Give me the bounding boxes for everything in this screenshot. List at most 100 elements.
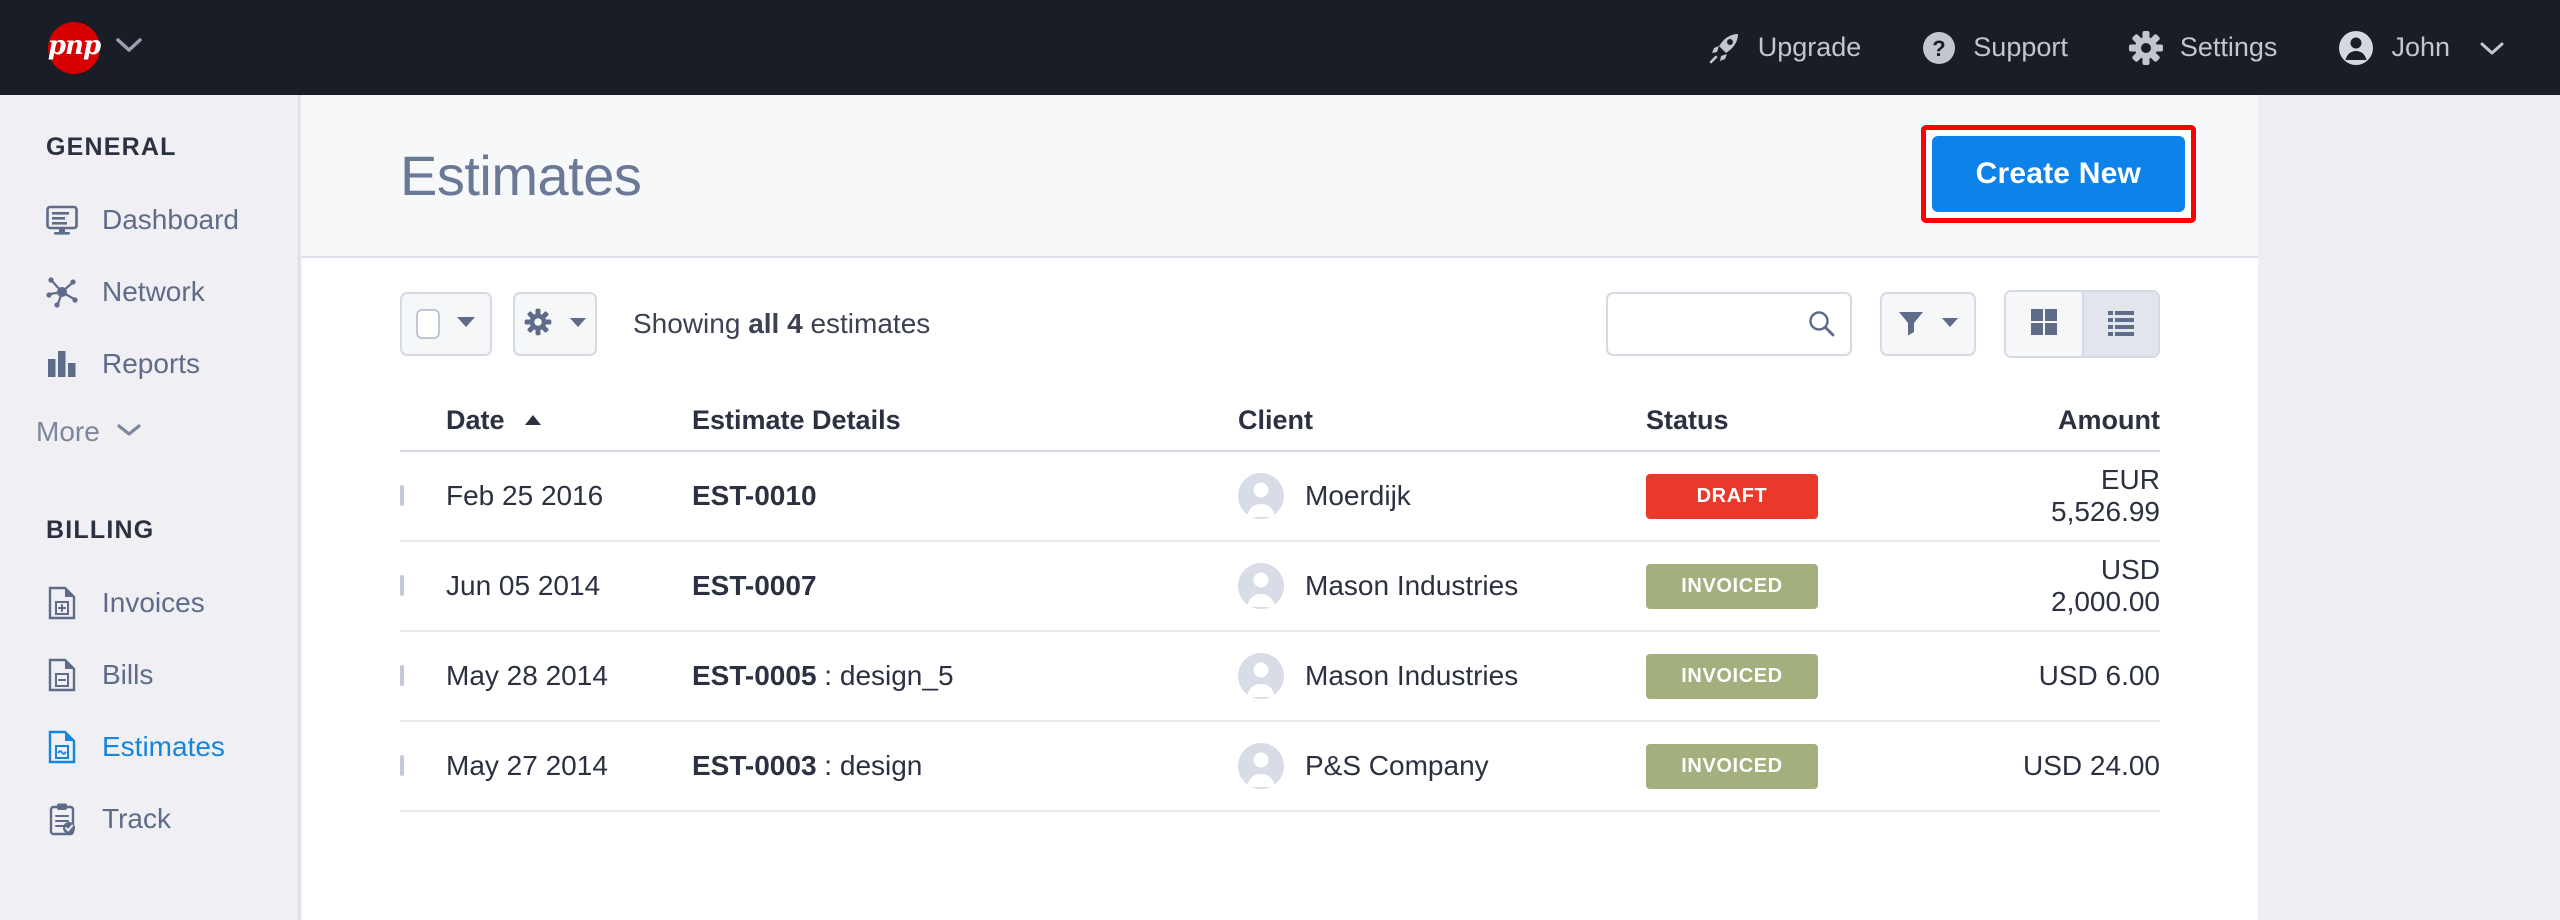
avatar <box>1238 653 1284 699</box>
sidebar-label-estimates: Estimates <box>102 731 225 763</box>
cell-date: Jun 05 2014 <box>446 570 692 602</box>
caret-down-icon <box>456 315 476 333</box>
list-view-button[interactable] <box>2082 292 2158 356</box>
sidebar-item-dashboard[interactable]: Dashboard <box>0 184 298 256</box>
bulk-actions-dropdown[interactable] <box>513 292 597 356</box>
top-navigation-bar: pnp Upgrade <box>0 0 2560 95</box>
cell-amount: EUR 5,526.99 <box>1994 464 2160 528</box>
cell-amount: USD 24.00 <box>1994 750 2160 782</box>
network-nodes-icon <box>44 275 80 309</box>
sidebar-item-network[interactable]: Network <box>0 256 298 328</box>
app-root: pnp Upgrade <box>0 0 2560 920</box>
estimate-suffix: : design <box>817 750 923 781</box>
filter-dropdown[interactable] <box>1880 292 1976 356</box>
cell-status: DRAFT <box>1646 474 1994 519</box>
brand-menu[interactable]: pnp <box>48 22 142 74</box>
table-row[interactable]: Feb 25 2016 EST-0010 Moerdijk DRAFT EUR … <box>400 452 2160 542</box>
sidebar-label-bills: Bills <box>102 659 153 691</box>
document-minus-icon <box>44 658 80 692</box>
nav-item-support[interactable]: ? Support <box>1921 30 2068 66</box>
sidebar-item-reports[interactable]: Reports <box>0 328 298 400</box>
search-icon[interactable] <box>1806 309 1836 344</box>
row-checkbox-cell <box>400 667 446 685</box>
row-checkbox[interactable] <box>400 485 404 506</box>
cell-client: Mason Industries <box>1238 563 1646 609</box>
main-content-card: Estimates Create New <box>302 95 2258 920</box>
nav-item-upgrade[interactable]: Upgrade <box>1708 31 1862 65</box>
monitor-icon <box>44 203 80 237</box>
estimate-id: EST-0010 <box>692 480 817 511</box>
sidebar-item-bills[interactable]: Bills <box>0 639 298 711</box>
document-tilde-icon <box>44 730 80 764</box>
view-mode-toggle <box>2004 290 2160 358</box>
grid-icon <box>2029 307 2059 342</box>
grid-view-button[interactable] <box>2006 292 2082 356</box>
cell-estimate-details: EST-0007 <box>692 570 1238 602</box>
status-badge: INVOICED <box>1646 744 1818 789</box>
client-name: Moerdijk <box>1305 480 1411 512</box>
chevron-down-icon <box>2480 32 2504 63</box>
row-checkbox-cell <box>400 577 446 595</box>
header-status[interactable]: Status <box>1646 405 1994 436</box>
header-client[interactable]: Client <box>1238 405 1646 436</box>
header-estimate-details[interactable]: Estimate Details <box>692 405 1238 436</box>
estimate-id: EST-0003 <box>692 750 817 781</box>
checkbox-icon[interactable] <box>416 309 440 339</box>
estimates-table: Date Estimate Details Client Status Amou… <box>400 390 2160 812</box>
row-checkbox[interactable] <box>400 575 404 596</box>
status-badge: INVOICED <box>1646 564 1818 609</box>
nav-label-settings: Settings <box>2180 32 2278 63</box>
funnel-icon <box>1897 308 1925 341</box>
table-row[interactable]: May 27 2014 EST-0003 : design P&S Compan… <box>400 722 2160 812</box>
chevron-down-icon <box>116 422 142 443</box>
avatar-icon <box>2337 29 2375 67</box>
cell-client: P&S Company <box>1238 743 1646 789</box>
sidebar-label-invoices: Invoices <box>102 587 205 619</box>
sidebar-item-more[interactable]: More <box>0 400 298 464</box>
sidebar-label-track: Track <box>102 803 171 835</box>
document-plus-icon <box>44 586 80 620</box>
caret-down-icon <box>1941 315 1959 333</box>
sidebar-section-general: GENERAL <box>46 133 298 162</box>
create-new-button[interactable]: Create New <box>1932 136 2185 212</box>
select-all-dropdown[interactable] <box>400 292 492 356</box>
header-date-label: Date <box>446 405 505 435</box>
caret-down-icon <box>569 315 587 333</box>
pnp-logo[interactable]: pnp <box>48 22 100 74</box>
showing-suffix: estimates <box>803 308 931 339</box>
cell-client: Moerdijk <box>1238 473 1646 519</box>
header-date[interactable]: Date <box>446 402 692 436</box>
row-checkbox[interactable] <box>400 665 404 686</box>
avatar <box>1238 563 1284 609</box>
create-new-highlight: Create New <box>1921 125 2196 223</box>
cell-client: Mason Industries <box>1238 653 1646 699</box>
showing-count-text: Showing all 4 estimates <box>633 308 930 340</box>
rocket-icon <box>1708 31 1742 65</box>
sidebar-item-invoices[interactable]: Invoices <box>0 567 298 639</box>
table-row[interactable]: Jun 05 2014 EST-0007 Mason Industries IN… <box>400 542 2160 632</box>
search-box[interactable] <box>1606 292 1852 356</box>
table-row[interactable]: May 28 2014 EST-0005 : design_5 Mason In… <box>400 632 2160 722</box>
cell-date: May 28 2014 <box>446 660 692 692</box>
toolbar-right-group <box>1606 290 2160 358</box>
row-checkbox[interactable] <box>400 755 404 776</box>
cell-status: INVOICED <box>1646 654 1994 699</box>
avatar <box>1238 473 1284 519</box>
sidebar-item-estimates[interactable]: Estimates <box>0 711 298 783</box>
logo-text: pnp <box>48 33 100 62</box>
row-checkbox-cell <box>400 757 446 775</box>
user-name: John <box>2391 32 2450 63</box>
sidebar-label-more: More <box>36 416 100 448</box>
page-title: Estimates <box>400 143 641 208</box>
svg-text:?: ? <box>1933 36 1946 61</box>
top-nav-items: Upgrade ? Support <box>1648 29 2560 67</box>
sidebar-section-billing: BILLING <box>46 516 298 545</box>
nav-item-settings[interactable]: Settings <box>2128 30 2278 66</box>
client-name: Mason Industries <box>1305 660 1518 692</box>
header-amount[interactable]: Amount <box>1994 405 2160 436</box>
nav-label-upgrade: Upgrade <box>1758 32 1862 63</box>
showing-count: all 4 <box>748 308 802 339</box>
user-menu[interactable]: John <box>2337 29 2504 67</box>
cell-amount: USD 6.00 <box>1994 660 2160 692</box>
sidebar-item-track[interactable]: Track <box>0 783 298 855</box>
